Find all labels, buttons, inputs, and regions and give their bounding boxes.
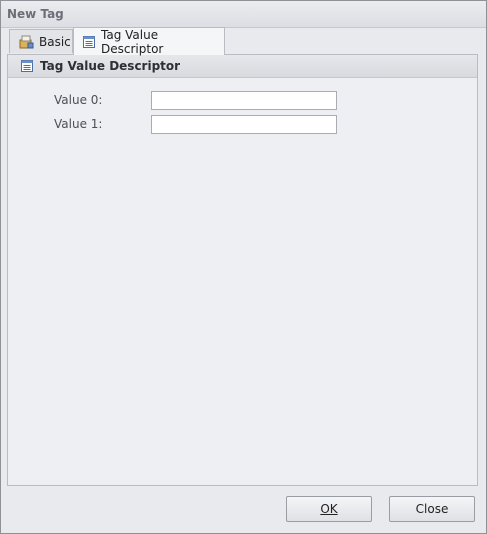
group-header: Tag Value Descriptor bbox=[8, 55, 477, 78]
tab-basic-label: Basic bbox=[39, 34, 71, 49]
new-tag-dialog: New Tag Basic Tag Value Descriptor Tag V… bbox=[0, 0, 487, 534]
field-row-value-0: Value 0: bbox=[54, 91, 344, 111]
dialog-footer: OK Close bbox=[1, 488, 486, 533]
value-1-input[interactable] bbox=[151, 115, 337, 134]
tab-panel: Tag Value Descriptor Value 0: Value 1: bbox=[7, 54, 478, 486]
basic-icon bbox=[18, 34, 34, 50]
close-button[interactable]: Close bbox=[389, 496, 475, 522]
ok-button-label: OK bbox=[320, 502, 338, 516]
tab-tag-value-descriptor-label: Tag Value Descriptor bbox=[101, 27, 164, 56]
group-title: Tag Value Descriptor bbox=[40, 59, 181, 73]
descriptor-icon bbox=[82, 35, 96, 49]
tab-tag-value-descriptor[interactable]: Tag Value Descriptor bbox=[73, 27, 225, 56]
window-title: New Tag bbox=[7, 7, 64, 21]
descriptor-icon bbox=[20, 59, 34, 73]
close-button-label: Close bbox=[415, 502, 449, 516]
value-0-label: Value 0: bbox=[54, 93, 103, 107]
value-1-label: Value 1: bbox=[54, 117, 103, 131]
ok-button[interactable]: OK bbox=[286, 496, 372, 522]
value-0-input[interactable] bbox=[151, 91, 337, 110]
title-bar[interactable]: New Tag bbox=[1, 1, 486, 28]
tab-basic[interactable]: Basic bbox=[9, 29, 73, 53]
tab-strip: Basic Tag Value Descriptor bbox=[1, 27, 486, 56]
field-row-value-1: Value 1: bbox=[54, 115, 344, 135]
